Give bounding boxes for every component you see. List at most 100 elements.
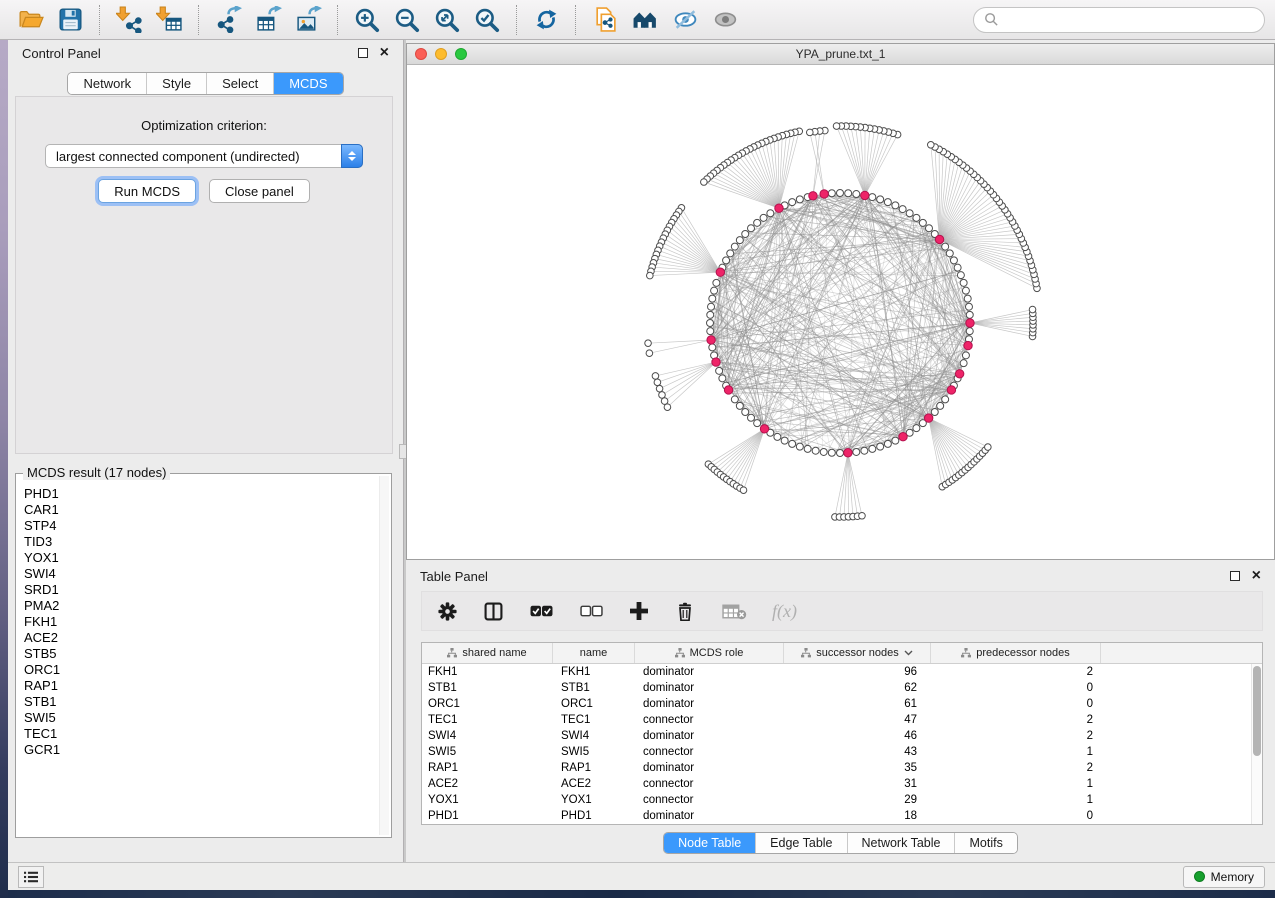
mcds-result-item[interactable]: SWI4 bbox=[24, 566, 375, 582]
column-header-name[interactable]: name bbox=[553, 643, 635, 663]
tab-motifs[interactable]: Motifs bbox=[954, 833, 1016, 853]
memory-button[interactable]: Memory bbox=[1183, 866, 1265, 888]
maximize-window-icon[interactable] bbox=[455, 48, 467, 60]
delete-table-button[interactable] bbox=[720, 600, 748, 622]
tab-mcds[interactable]: MCDS bbox=[273, 73, 342, 94]
network-window: YPA_prune.txt_1 bbox=[406, 43, 1275, 560]
duplicate-network-button[interactable] bbox=[585, 3, 625, 37]
mcds-result-item[interactable]: TEC1 bbox=[24, 726, 375, 742]
column-header-mcds-role[interactable]: MCDS role bbox=[635, 643, 784, 663]
table-cell: 31 bbox=[784, 776, 931, 792]
zoom-fit-button[interactable] bbox=[427, 3, 467, 37]
mcds-result-item[interactable]: GCR1 bbox=[24, 742, 375, 758]
float-panel-icon[interactable] bbox=[358, 48, 368, 58]
minimize-window-icon[interactable] bbox=[435, 48, 447, 60]
zoom-out-button[interactable] bbox=[387, 3, 427, 37]
delete-table-icon bbox=[722, 603, 747, 620]
run-mcds-button[interactable]: Run MCDS bbox=[98, 179, 196, 203]
mcds-result-item[interactable]: RAP1 bbox=[24, 678, 375, 694]
mcds-list-scrollbar[interactable] bbox=[379, 476, 389, 835]
export-image-button[interactable] bbox=[288, 3, 328, 37]
first-neighbors-button[interactable] bbox=[625, 3, 665, 37]
import-table-button[interactable] bbox=[149, 3, 189, 37]
hierarchy-icon bbox=[801, 648, 811, 658]
mcds-result-item[interactable]: SWI5 bbox=[24, 710, 375, 726]
show-columns-button[interactable] bbox=[482, 600, 504, 622]
network-graph[interactable] bbox=[407, 65, 1274, 559]
table-cell-filler bbox=[1101, 696, 1251, 712]
mcds-result-item[interactable]: PMA2 bbox=[24, 598, 375, 614]
mcds-result-item[interactable]: STB5 bbox=[24, 646, 375, 662]
table-cell: FKH1 bbox=[553, 664, 635, 680]
mcds-result-item[interactable]: ACE2 bbox=[24, 630, 375, 646]
table-cell: 29 bbox=[784, 792, 931, 808]
table-row[interactable]: RAP1RAP1dominator352 bbox=[422, 760, 1251, 776]
float-table-panel-icon[interactable] bbox=[1230, 571, 1240, 581]
tab-node-table[interactable]: Node Table bbox=[664, 833, 755, 853]
table-cell: 0 bbox=[931, 808, 1101, 824]
search-input[interactable] bbox=[1006, 12, 1254, 27]
table-row[interactable]: YOX1YOX1connector291 bbox=[422, 792, 1251, 808]
mcds-result-item[interactable]: ORC1 bbox=[24, 662, 375, 678]
mcds-result-item[interactable]: PHD1 bbox=[24, 486, 375, 502]
table-settings-button[interactable] bbox=[436, 600, 458, 622]
select-all-rows-button[interactable] bbox=[528, 600, 554, 622]
hide-selected-button[interactable] bbox=[665, 3, 705, 37]
zoom-out-icon bbox=[393, 6, 421, 34]
toolbar-separator bbox=[99, 5, 100, 35]
table-cell-filler bbox=[1101, 712, 1251, 728]
refresh-view-button[interactable] bbox=[526, 3, 566, 37]
mcds-result-item[interactable]: SRD1 bbox=[24, 582, 375, 598]
column-header-predecessor-nodes[interactable]: predecessor nodes bbox=[931, 643, 1101, 663]
zoom-in-button[interactable] bbox=[347, 3, 387, 37]
table-row[interactable]: SWI4SWI4dominator462 bbox=[422, 728, 1251, 744]
tab-select[interactable]: Select bbox=[206, 73, 273, 94]
table-cell: 1 bbox=[931, 744, 1101, 760]
delete-column-button[interactable] bbox=[674, 600, 696, 622]
show-panels-button[interactable] bbox=[18, 866, 44, 888]
mcds-result-item[interactable]: CAR1 bbox=[24, 502, 375, 518]
mcds-result-item[interactable]: STB1 bbox=[24, 694, 375, 710]
table-row[interactable]: FKH1FKH1dominator962 bbox=[422, 664, 1251, 680]
table-cell: 35 bbox=[784, 760, 931, 776]
column-header-shared-name[interactable]: shared name bbox=[422, 643, 553, 663]
table-row[interactable]: STB1STB1dominator620 bbox=[422, 680, 1251, 696]
table-row[interactable]: SWI5SWI5connector431 bbox=[422, 744, 1251, 760]
zoom-fit-icon bbox=[433, 6, 461, 34]
tab-edge-table[interactable]: Edge Table bbox=[755, 833, 846, 853]
mcds-result-item[interactable]: STP4 bbox=[24, 518, 375, 534]
import-network-button[interactable] bbox=[109, 3, 149, 37]
add-column-button[interactable] bbox=[628, 600, 650, 622]
zoom-selected-button[interactable] bbox=[467, 3, 507, 37]
close-panel-icon[interactable]: × bbox=[380, 48, 389, 58]
table-row[interactable]: TEC1TEC1connector472 bbox=[422, 712, 1251, 728]
export-network-button[interactable] bbox=[208, 3, 248, 37]
mcds-result-item[interactable]: FKH1 bbox=[24, 614, 375, 630]
column-label: name bbox=[580, 647, 608, 659]
table-row[interactable]: ORC1ORC1dominator610 bbox=[422, 696, 1251, 712]
desktop-wallpaper-left bbox=[0, 40, 8, 898]
table-scrollbar[interactable] bbox=[1251, 664, 1262, 824]
column-header-successor-nodes[interactable]: successor nodes bbox=[784, 643, 931, 663]
table-row[interactable]: PHD1PHD1dominator180 bbox=[422, 808, 1251, 824]
mcds-result-title: MCDS result (17 nodes) bbox=[23, 465, 170, 480]
network-canvas[interactable] bbox=[407, 65, 1274, 559]
close-table-panel-icon[interactable]: × bbox=[1252, 571, 1261, 581]
optimization-criterion-select[interactable]: largest connected component (undirected) bbox=[45, 144, 363, 168]
open-file-button[interactable] bbox=[10, 3, 50, 37]
save-session-button[interactable] bbox=[50, 3, 90, 37]
table-scrollbar-thumb[interactable] bbox=[1253, 666, 1261, 756]
function-builder-button[interactable]: f(x) bbox=[772, 601, 797, 622]
mcds-result-item[interactable]: TID3 bbox=[24, 534, 375, 550]
table-cell: connector bbox=[635, 744, 784, 760]
tab-network[interactable]: Network bbox=[68, 73, 146, 94]
mcds-result-item[interactable]: YOX1 bbox=[24, 550, 375, 566]
close-panel-button[interactable]: Close panel bbox=[209, 179, 310, 203]
tab-network-table[interactable]: Network Table bbox=[847, 833, 955, 853]
close-window-icon[interactable] bbox=[415, 48, 427, 60]
show-all-button[interactable] bbox=[705, 3, 745, 37]
export-table-button[interactable] bbox=[248, 3, 288, 37]
table-row[interactable]: ACE2ACE2connector311 bbox=[422, 776, 1251, 792]
tab-style[interactable]: Style bbox=[146, 73, 206, 94]
deselect-all-rows-button[interactable] bbox=[578, 600, 604, 622]
